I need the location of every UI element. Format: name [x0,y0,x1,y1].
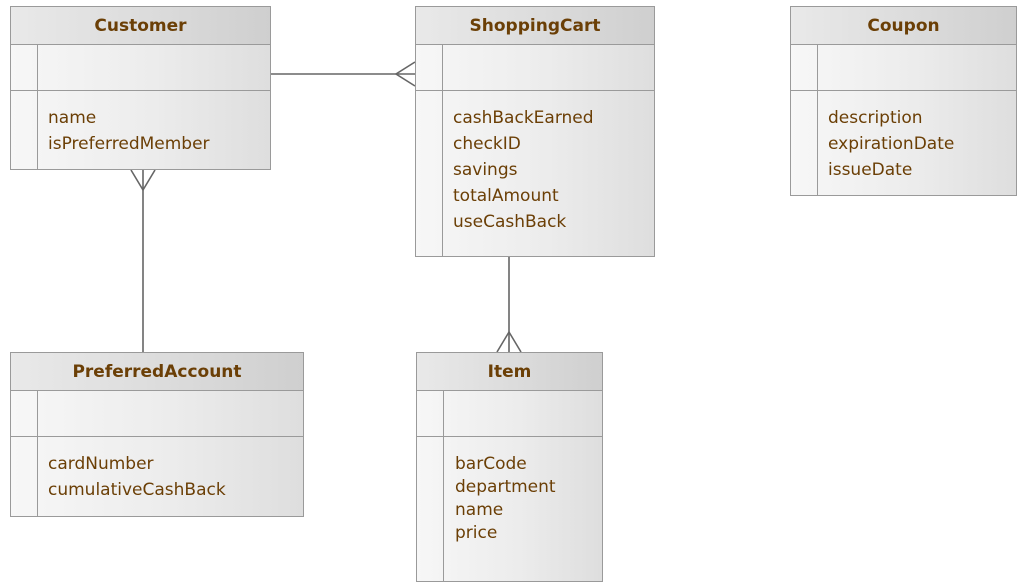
attribute: issueDate [828,160,913,180]
attribute: department [455,477,556,497]
entity-attributes: cardNumber cumulativeCashBack [11,437,303,503]
entity-shoppingcart[interactable]: ShoppingCart cashBackEarned checkID savi… [415,6,655,257]
entity-key-section [417,391,602,437]
entity-title: Item [417,353,602,391]
entity-key-section [416,45,654,91]
attribute: name [48,108,97,128]
attribute: checkID [453,134,521,154]
attribute: isPreferredMember [48,134,210,154]
entity-stripe [443,391,444,581]
entity-stripe [37,45,38,169]
entity-title: PreferredAccount [11,353,303,391]
attribute: expirationDate [828,134,955,154]
entity-title: Customer [11,7,270,45]
entity-key-section [11,391,303,437]
attribute: cashBackEarned [453,108,594,128]
attribute: name [455,500,504,520]
attribute: totalAmount [453,186,559,206]
entity-attributes: description expirationDate issueDate [791,91,1016,183]
entity-attributes: name isPreferredMember [11,91,270,157]
entity-stripe [37,391,38,516]
attribute: price [455,523,498,543]
entity-item[interactable]: Item barCode department name price [416,352,603,582]
entity-title: ShoppingCart [416,7,654,45]
entity-customer[interactable]: Customer name isPreferredMember [10,6,271,170]
attribute: cardNumber [48,454,154,474]
entity-key-section [791,45,1016,91]
entity-key-section [11,45,270,91]
attribute: barCode [455,454,527,474]
attribute: savings [453,160,518,180]
entity-stripe [442,45,443,256]
entity-title: Coupon [791,7,1016,45]
entity-stripe [817,45,818,195]
attribute: useCashBack [453,212,567,232]
entity-coupon[interactable]: Coupon description expirationDate issueD… [790,6,1017,196]
attribute: cumulativeCashBack [48,480,226,500]
attribute: description [828,108,923,128]
entity-preferredaccount[interactable]: PreferredAccount cardNumber cumulativeCa… [10,352,304,517]
entity-attributes: cashBackEarned checkID savings totalAmou… [416,91,654,235]
entity-attributes: barCode department name price [417,437,602,545]
